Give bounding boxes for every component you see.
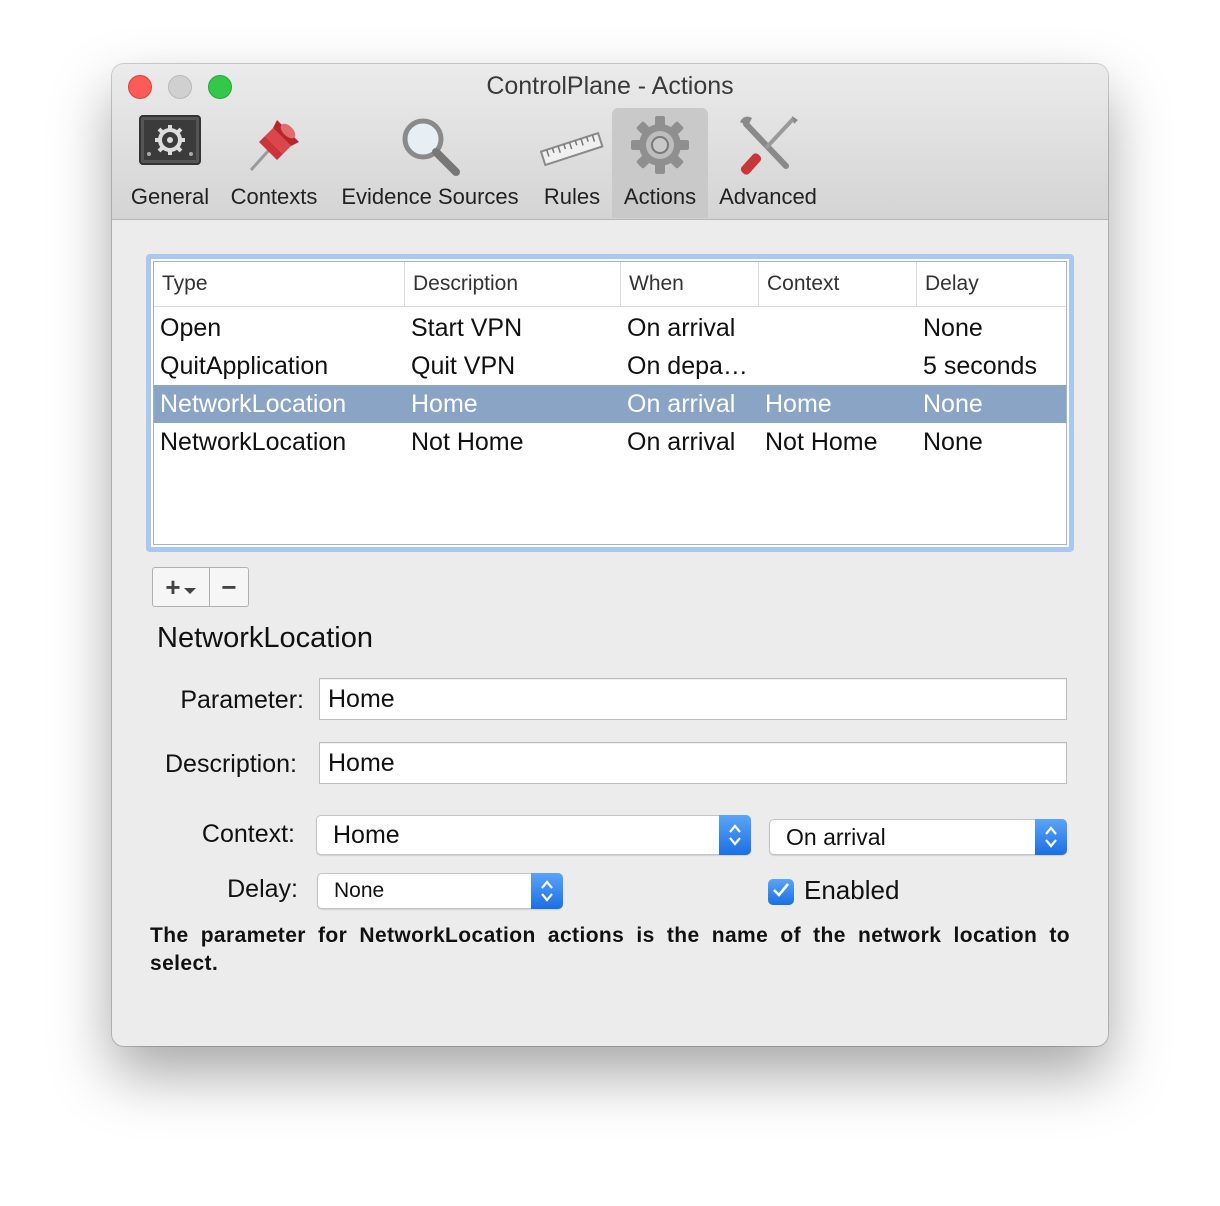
cell-type: NetworkLocation xyxy=(160,390,347,418)
enabled-checkbox[interactable] xyxy=(768,879,794,905)
context-label: Context: xyxy=(201,820,295,848)
tab-actions[interactable]: Actions xyxy=(612,108,708,218)
table-row[interactable]: NetworkLocation Not Home On arrival Not … xyxy=(154,423,1066,461)
pushpin-icon xyxy=(243,114,305,181)
up-down-arrows-icon xyxy=(1035,819,1067,855)
magnifier-icon xyxy=(398,114,462,183)
cell-when: On arrival xyxy=(627,390,736,418)
column-header-when[interactable]: When xyxy=(620,262,758,306)
delay-popup-value: None xyxy=(334,879,385,902)
tab-evidence-sources[interactable]: Evidence Sources xyxy=(332,108,528,218)
tab-rules-label: Rules xyxy=(543,184,601,209)
cell-type: QuitApplication xyxy=(160,352,329,380)
when-popup[interactable]: On arrival xyxy=(769,819,1067,855)
when-popup-value: On arrival xyxy=(786,824,886,850)
tab-actions-label: Actions xyxy=(623,184,697,209)
description-label: Description: xyxy=(165,750,297,778)
cell-delay: None xyxy=(923,390,983,418)
tools-icon xyxy=(736,114,800,183)
tab-contexts-label: Contexts xyxy=(230,184,318,209)
parameter-label: Parameter: xyxy=(180,686,304,714)
up-down-arrows-icon xyxy=(531,873,563,909)
cell-context xyxy=(765,347,915,385)
enabled-label[interactable]: Enabled xyxy=(804,875,899,906)
cell-description: Home xyxy=(411,390,478,418)
add-action-button[interactable]: + xyxy=(153,568,209,606)
tab-rules[interactable]: Rules xyxy=(536,108,608,218)
tab-contexts[interactable]: Contexts xyxy=(224,108,324,218)
general-settings-icon xyxy=(139,114,201,173)
cell-context xyxy=(765,309,915,347)
window-title: ControlPlane - Actions xyxy=(486,72,734,100)
table-row[interactable]: Open Start VPN On arrival None xyxy=(154,309,1066,347)
tab-advanced[interactable]: Advanced xyxy=(714,108,822,218)
context-popup[interactable]: Home xyxy=(316,815,751,855)
cell-when: On arrival xyxy=(627,314,736,342)
description-field[interactable]: Home xyxy=(319,742,1067,784)
tab-evidence-sources-label: Evidence Sources xyxy=(341,184,519,209)
cell-context: Not Home xyxy=(765,428,878,456)
column-header-type[interactable]: Type xyxy=(154,262,404,306)
cell-when: On depa… xyxy=(627,352,748,380)
ruler-icon xyxy=(539,114,604,179)
delay-label: Delay: xyxy=(227,875,298,903)
help-text: The parameter for NetworkLocation action… xyxy=(150,924,1070,975)
action-type-title: NetworkLocation xyxy=(157,622,373,654)
table-header: Type Description When Context Delay xyxy=(154,262,1066,307)
tab-general[interactable]: General xyxy=(122,108,218,218)
remove-action-button[interactable]: − xyxy=(209,568,248,606)
table-row[interactable]: QuitApplication Quit VPN On depa… 5 seco… xyxy=(154,347,1066,385)
actions-table-body: Type Description When Context Delay Open… xyxy=(153,261,1067,545)
title-bar: ControlPlane - Actions General Contexts … xyxy=(112,64,1108,220)
up-down-arrows-icon xyxy=(719,815,751,855)
add-label: + xyxy=(165,571,181,602)
cell-context: Home xyxy=(765,390,832,418)
column-header-delay[interactable]: Delay xyxy=(916,262,1070,306)
cell-type: Open xyxy=(160,314,222,342)
tab-general-label: General xyxy=(130,184,210,209)
gear-icon xyxy=(629,114,691,181)
cell-delay: None xyxy=(923,428,983,456)
context-popup-value: Home xyxy=(333,821,400,849)
tab-advanced-label: Advanced xyxy=(719,184,817,209)
cell-description: Start VPN xyxy=(411,314,523,342)
cell-description: Quit VPN xyxy=(411,352,516,380)
cell-description: Not Home xyxy=(411,428,524,456)
cell-when: On arrival xyxy=(627,428,736,456)
column-header-description[interactable]: Description xyxy=(404,262,620,306)
add-remove-control: + − xyxy=(152,567,249,607)
actions-table[interactable]: Type Description When Context Delay Open… xyxy=(146,254,1074,552)
parameter-field[interactable]: Home xyxy=(319,678,1067,720)
table-row-selected[interactable]: NetworkLocation Home On arrival Home Non… xyxy=(154,385,1066,423)
cell-type: NetworkLocation xyxy=(160,428,347,456)
chevron-down-icon xyxy=(183,572,197,603)
delay-popup[interactable]: None xyxy=(317,873,563,909)
remove-label: − xyxy=(221,571,237,602)
cell-delay: None xyxy=(923,314,983,342)
preferences-window: ControlPlane - Actions General Contexts … xyxy=(112,64,1108,1046)
column-header-context[interactable]: Context xyxy=(758,262,916,306)
checkmark-icon xyxy=(772,882,790,903)
cell-delay: 5 seconds xyxy=(923,352,1037,380)
